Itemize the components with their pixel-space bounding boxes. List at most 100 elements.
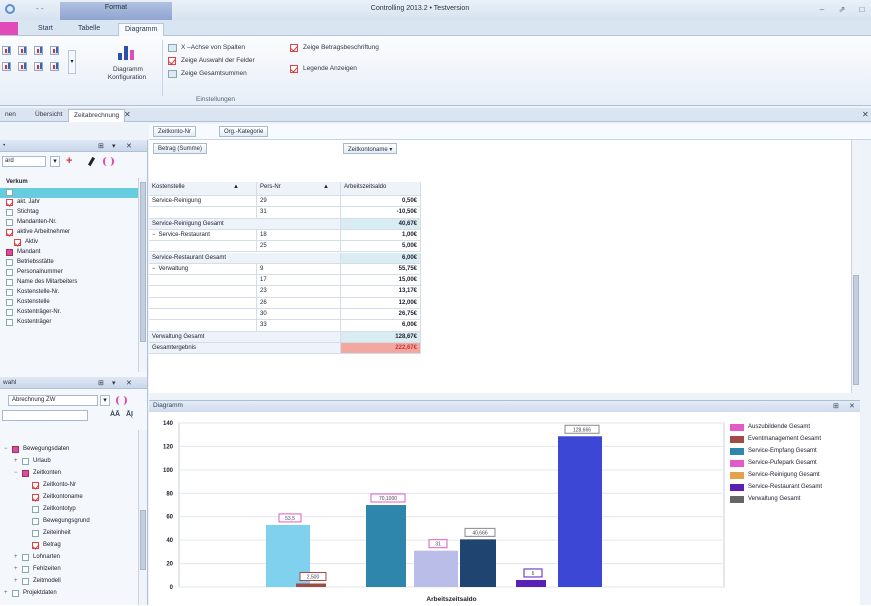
row-field-pers-nr[interactable]: Pers-Nr ▲ <box>257 182 341 196</box>
expander-icon[interactable]: − <box>152 232 156 238</box>
field-item[interactable]: aktive Arbeitnehmer <box>0 228 138 238</box>
pivot-scrollbar-thumb[interactable] <box>853 275 859 385</box>
field-item[interactable]: Personalnummer <box>0 268 138 278</box>
tree-item[interactable]: Bewegungsgrund <box>0 517 138 527</box>
tree-checkbox[interactable] <box>32 542 39 549</box>
tree-checkbox[interactable] <box>12 590 19 597</box>
add-icon[interactable]: + <box>66 155 72 167</box>
selection-scrollbar-thumb[interactable] <box>140 510 146 570</box>
expander-icon[interactable]: + <box>14 458 18 464</box>
pin-icon[interactable]: ⊞ <box>98 142 104 150</box>
doc-tab-uebersicht[interactable]: Übersicht <box>30 109 67 122</box>
tab-start[interactable]: Start <box>32 23 59 36</box>
tree-checkbox[interactable] <box>32 494 39 501</box>
close-panel-icon[interactable]: ✕ <box>126 379 132 387</box>
expander-icon[interactable]: − <box>4 446 8 452</box>
option-show-fields-checkbox[interactable] <box>168 57 176 65</box>
tree-item[interactable]: Zeitkonto-Nr <box>0 481 138 491</box>
tree-item[interactable]: + Zeitmodell <box>0 577 138 587</box>
chart-type-icon[interactable] <box>2 46 11 55</box>
filter-input[interactable] <box>2 410 88 421</box>
profile-select[interactable]: ard <box>2 156 46 167</box>
field-item[interactable]: Kostenträger <box>0 318 138 328</box>
chart-type-icon[interactable] <box>2 62 11 71</box>
tree-item[interactable]: + Urlaub <box>0 457 138 467</box>
close-document-icon[interactable]: ✕ <box>862 110 869 119</box>
tree-item[interactable]: − Zeitkonten <box>0 469 138 479</box>
tree-checkbox[interactable] <box>32 530 39 537</box>
field-checkbox[interactable] <box>6 279 13 286</box>
fields-scrollbar-thumb[interactable] <box>140 182 146 342</box>
tree-item[interactable]: + Fehlzeiten <box>0 565 138 575</box>
quick-access-dropdown-icon[interactable]: - - <box>36 4 44 13</box>
tree-checkbox[interactable] <box>22 578 29 585</box>
tree-item[interactable]: − Bewegungsdaten <box>0 445 138 455</box>
field-item[interactable]: Kostenstelle <box>0 298 138 308</box>
data-field-betrag[interactable]: Betrag (Summe) <box>153 143 208 154</box>
chart-type-icon[interactable] <box>50 62 59 71</box>
close-panel-icon[interactable]: ✕ <box>849 402 855 410</box>
row-field-kostenstelle[interactable]: Kostenstelle ▲ <box>149 182 257 196</box>
tree-checkbox[interactable] <box>22 458 29 465</box>
chart-type-icon[interactable] <box>18 46 27 55</box>
field-checkbox[interactable] <box>6 319 13 326</box>
doc-tab-zeitabrechnung[interactable]: Zeitabrechnung <box>68 109 126 122</box>
option-grand-totals[interactable]: Zeige Gesamtsummen <box>181 70 247 77</box>
field-item[interactable]: Kostenstelle-Nr. <box>0 288 138 298</box>
restore-button[interactable]: ⇗ <box>835 5 849 15</box>
chart-type-icon[interactable] <box>18 62 27 71</box>
expander-icon[interactable]: + <box>14 566 18 572</box>
tree-checkbox[interactable] <box>22 470 29 477</box>
chart-type-icon[interactable] <box>50 46 59 55</box>
maximize-button[interactable]: □ <box>855 5 869 15</box>
field-item[interactable]: Aktiv <box>0 238 138 248</box>
sort-za-icon[interactable]: ĀĮ <box>126 411 133 418</box>
field-checkbox[interactable] <box>6 249 13 256</box>
tree-item[interactable]: Betrag <box>0 541 138 551</box>
field-item[interactable]: Mandant <box>0 248 138 258</box>
field-item[interactable]: Kostenträger-Nr. <box>0 308 138 318</box>
selection-scrollbar[interactable] <box>138 430 147 605</box>
close-tab-icon[interactable]: ✕ <box>124 110 131 119</box>
field-checkbox[interactable] <box>6 259 13 266</box>
expander-icon[interactable]: − <box>14 470 18 476</box>
tree-item[interactable]: + Lohnarten <box>0 553 138 563</box>
expander-icon[interactable]: + <box>14 554 18 560</box>
pin-icon[interactable]: ⊞ <box>833 402 839 410</box>
selection-select[interactable]: Abrechnung ZW <box>8 395 98 406</box>
field-item[interactable] <box>0 188 138 198</box>
tree-item[interactable]: Zeitkontoname <box>0 493 138 503</box>
filter-field-org-kategorie[interactable]: Org.-Kategorie <box>219 126 269 137</box>
field-checkbox[interactable] <box>6 299 13 306</box>
chart-type-icon[interactable] <box>34 46 43 55</box>
field-item[interactable]: Mandanten-Nr. <box>0 218 138 228</box>
field-item[interactable]: akt. Jahr <box>0 198 138 208</box>
field-item[interactable]: Stichtag <box>0 208 138 218</box>
field-checkbox[interactable] <box>6 229 13 236</box>
gallery-more-icon[interactable]: ▾ <box>68 50 76 74</box>
grand-total-icon[interactable] <box>168 70 177 78</box>
pin-icon[interactable]: ⊞ <box>98 379 104 387</box>
option-x-axis[interactable]: X –Achse von Spalten <box>181 44 245 51</box>
column-field-zeitkontoname[interactable]: Zeitkontoname ▾ <box>343 143 398 154</box>
filter-field-zeitkonto[interactable]: Zeitkonto-Nr <box>153 126 197 137</box>
doc-tab-nen[interactable]: nen <box>0 109 21 122</box>
expander-icon[interactable]: + <box>4 590 8 596</box>
option-show-values-checkbox[interactable] <box>290 44 298 52</box>
close-panel-icon[interactable]: ✕ <box>126 142 132 150</box>
sort-az-icon[interactable]: ȦĀ <box>110 411 120 418</box>
tree-checkbox[interactable] <box>22 566 29 573</box>
diagramm-konfiguration-button[interactable]: Diagramm Konfiguration <box>100 42 154 92</box>
code-brackets-icon[interactable] <box>116 396 127 405</box>
minimize-button[interactable]: – <box>815 5 829 15</box>
field-checkbox[interactable] <box>6 189 13 196</box>
dropdown-arrow-icon[interactable]: ▾ <box>100 395 110 406</box>
dock-icon[interactable]: ▾ <box>112 142 116 150</box>
expander-icon[interactable]: − <box>152 266 156 272</box>
tab-tabelle[interactable]: Tabelle <box>72 23 106 36</box>
field-checkbox[interactable] <box>6 289 13 296</box>
field-checkbox[interactable] <box>6 199 13 206</box>
dock-icon[interactable]: ▾ <box>112 379 116 387</box>
chart-type-icon[interactable] <box>34 62 43 71</box>
tab-diagramm[interactable]: Diagramm <box>118 23 165 36</box>
